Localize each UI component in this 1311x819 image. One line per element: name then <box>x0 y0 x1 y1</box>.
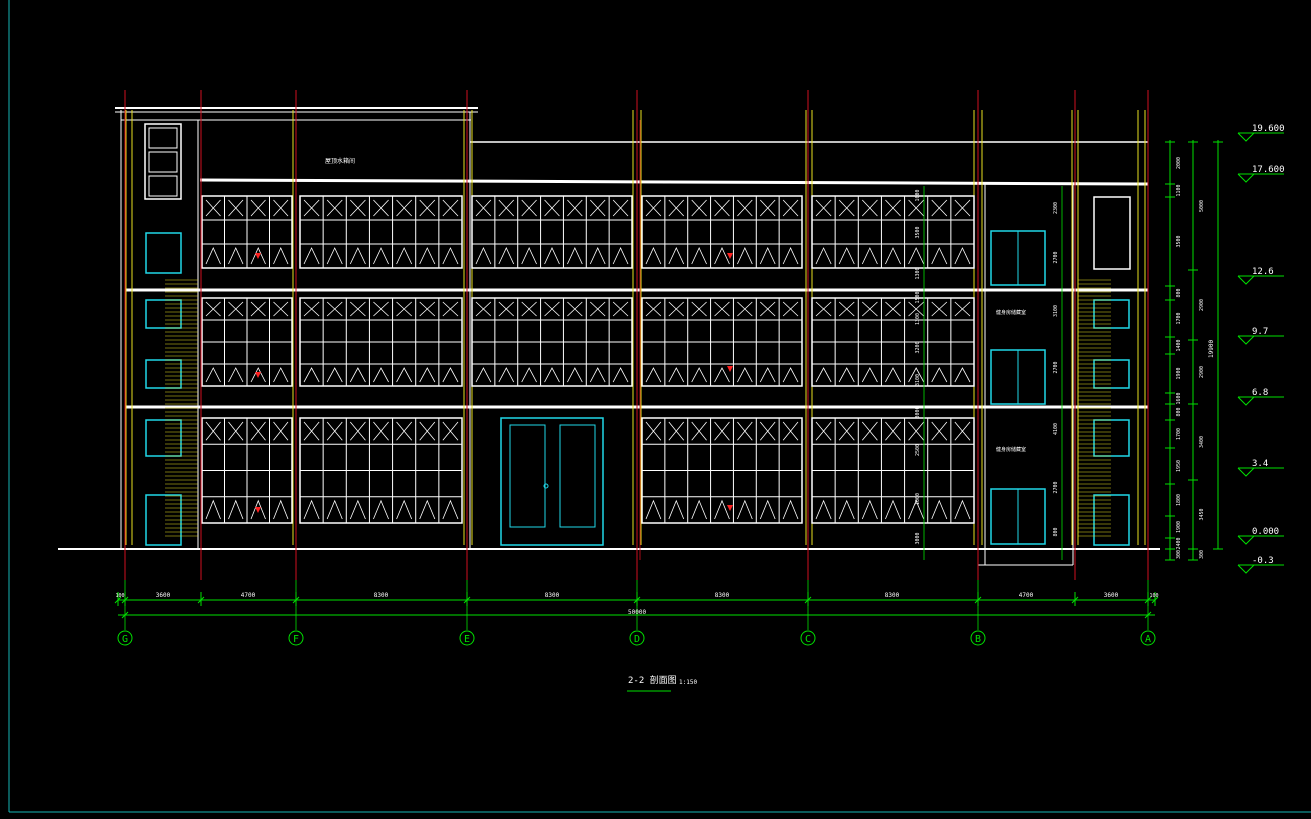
elevation-label: 19.600 <box>1252 124 1285 134</box>
bay-dim-label: 8300 <box>715 592 730 599</box>
vertical-dim-label: 3500 <box>1176 235 1182 247</box>
drawing-scale: 1:150 <box>679 679 697 686</box>
section-drawing: G F E D C B A 3600 4700 8300 8300 8300 8300 4700 3600… <box>0 0 1311 819</box>
vertical-dim-label: 1900 <box>1176 521 1182 533</box>
vertical-dim-label: 1600 <box>1176 392 1182 404</box>
axis-label-c: C <box>805 634 811 645</box>
overall-height-label: 19900 <box>1208 340 1215 358</box>
vertical-dim-label: 1800 <box>1176 494 1182 506</box>
vertical-dim-label: 300 <box>1176 550 1182 559</box>
vertical-dim-label: 1950 <box>1176 460 1182 472</box>
vertical-dim-label: 5000 <box>1199 200 1205 212</box>
vertical-dim-label: 3100 <box>915 374 921 386</box>
axis-label-g: G <box>122 634 128 645</box>
vertical-dim-label: 2400 <box>1176 537 1182 549</box>
vertical-dim-label: 300 <box>1199 550 1205 559</box>
elevation-label: 17.600 <box>1252 165 1285 175</box>
vertical-dim-label: 1700 <box>1176 312 1182 324</box>
vertical-dim-label: 1700 <box>1176 428 1182 440</box>
vertical-dim-label: 1500 <box>915 291 921 303</box>
vertical-dim-label: 2300 <box>1053 202 1059 214</box>
vertical-dim-label: 1600 <box>915 189 921 201</box>
bay-dim-label: 3600 <box>1104 592 1119 599</box>
vertical-dim-label: 2700 <box>1053 481 1059 493</box>
room-label-store-2: 健身房储藏室 <box>996 446 1026 453</box>
bay-dim-label: 8300 <box>374 592 389 599</box>
vertical-dim-label: 3400 <box>1199 436 1205 448</box>
vertical-dim-label: 1300 <box>915 267 921 279</box>
vertical-dim-label: 2500 <box>915 444 921 456</box>
vertical-dim-label: 2700 <box>1053 251 1059 263</box>
vertical-dim-label: 1100 <box>1176 184 1182 196</box>
vertical-dim-label: 4100 <box>1053 423 1059 435</box>
room-label-tank: 屋顶水箱间 <box>325 157 355 165</box>
vertical-dim-label: 2700 <box>1053 361 1059 373</box>
edge-dim-label: 100 <box>1149 593 1158 599</box>
elevation-label: 3.4 <box>1252 459 1268 469</box>
vertical-dim-label: 800 <box>1176 407 1182 416</box>
axis-label-f: F <box>293 634 299 645</box>
bay-dim-label: 8300 <box>885 592 900 599</box>
elevation-label: -0.3 <box>1252 556 1274 566</box>
vertical-dim-label: 1400 <box>1176 339 1182 351</box>
axis-label-e: E <box>464 634 470 645</box>
total-length-label: 50000 <box>628 609 646 616</box>
elevation-label: 6.8 <box>1252 388 1268 398</box>
vertical-dim-label: 2900 <box>1199 366 1205 378</box>
vertical-dim-label: 2900 <box>1199 299 1205 311</box>
elevation-label: 9.7 <box>1252 327 1268 337</box>
vertical-dim-label: 800 <box>1176 288 1182 297</box>
vertical-dim-label: 1300 <box>915 313 921 325</box>
bay-dim-label: 3600 <box>156 592 171 599</box>
vertical-dim-label: 3500 <box>915 226 921 238</box>
vertical-dim-label: 3200 <box>915 341 921 353</box>
axis-label-b: B <box>975 634 981 645</box>
room-label-store-1: 健身房储藏室 <box>996 309 1026 316</box>
elevation-label: 0.000 <box>1252 527 1279 537</box>
vertical-dim-label: 3100 <box>1053 305 1059 317</box>
vertical-dim-label: 800 <box>1053 527 1059 536</box>
drawing-title: 2-2 剖面图 <box>628 674 677 686</box>
vertical-dim-label: 2000 <box>1176 157 1182 169</box>
axis-label-a: A <box>1145 634 1151 645</box>
bay-dim-label: 4700 <box>1019 592 1034 599</box>
vertical-dim-label: 1000 <box>915 493 921 505</box>
edge-dim-label: 100 <box>115 593 124 599</box>
vertical-dim-label: 3000 <box>915 406 921 418</box>
vertical-dim-label: 1900 <box>1176 367 1182 379</box>
axis-label-d: D <box>634 634 640 645</box>
bay-dim-label: 8300 <box>545 592 560 599</box>
bay-dim-label: 4700 <box>241 592 256 599</box>
elevation-label: 12.6 <box>1252 267 1274 277</box>
vertical-dim-label: 3450 <box>1199 508 1205 520</box>
vertical-dim-label: 3000 <box>915 532 921 544</box>
